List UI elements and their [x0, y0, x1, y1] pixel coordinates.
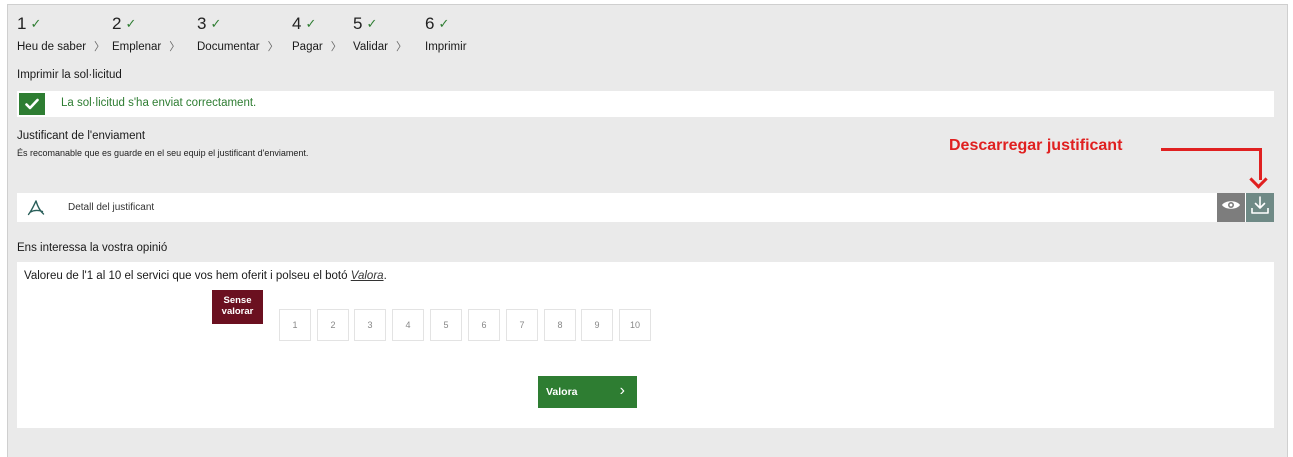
- no-rating-option[interactable]: Sense valorar: [212, 290, 263, 324]
- chevron-right-icon: 〉: [267, 41, 279, 53]
- chevron-right-icon: 〉: [330, 41, 342, 53]
- chevron-right-icon: 〉: [169, 41, 181, 53]
- step-number: 6: [425, 14, 435, 33]
- check-icon: ✓: [366, 16, 378, 31]
- chevron-right-icon: 〉: [395, 41, 407, 53]
- rating-option-2[interactable]: 2: [317, 309, 349, 341]
- step-number: 5: [353, 14, 363, 33]
- step-2[interactable]: 2 ✓ Emplenar 〉: [112, 14, 180, 54]
- step-label: Validar: [353, 41, 388, 53]
- rating-option-1[interactable]: 1: [279, 309, 311, 341]
- success-alert: La sol·licitud s'ha enviat correctament.: [17, 91, 1274, 117]
- pdf-icon: [27, 199, 45, 222]
- receipt-document-row: Detall del justificant: [17, 193, 1274, 222]
- rating-option-5[interactable]: 5: [430, 309, 462, 341]
- valora-link[interactable]: Valora: [351, 270, 384, 282]
- submit-label: Valora: [546, 386, 578, 398]
- step-number: 3: [197, 14, 207, 33]
- opinion-title: Ens interessa la vostra opinió: [17, 242, 168, 254]
- rating-option-6[interactable]: 6: [468, 309, 500, 341]
- step-6[interactable]: 6 ✓ Imprimir: [425, 14, 467, 54]
- step-1[interactable]: 1 ✓ Heu de saber 〉: [17, 14, 105, 54]
- check-icon: ✓: [305, 16, 317, 31]
- eye-icon: [1221, 198, 1241, 217]
- step-5[interactable]: 5 ✓ Validar 〉: [353, 14, 407, 54]
- step-label: Imprimir: [425, 41, 467, 53]
- check-icon: ✓: [30, 16, 42, 31]
- chevron-right-icon: ›: [619, 382, 625, 399]
- check-icon: [19, 93, 45, 115]
- document-label[interactable]: Detall del justificant: [68, 202, 154, 213]
- receipt-title: Justificant de l'enviament: [17, 130, 146, 142]
- step-number: 2: [112, 14, 122, 33]
- page-title: Imprimir la sol·licitud: [17, 69, 122, 81]
- check-icon: ✓: [125, 16, 137, 31]
- step-number: 4: [292, 14, 302, 33]
- rating-option-4[interactable]: 4: [392, 309, 424, 341]
- step-number: 1: [17, 14, 27, 33]
- step-label: Documentar: [197, 41, 260, 53]
- receipt-note: És recomanable que es guarde en el seu e…: [17, 148, 309, 158]
- step-label: Emplenar: [112, 41, 162, 53]
- success-message: La sol·licitud s'ha enviat correctament.: [61, 97, 257, 109]
- download-annotation: Descarregar justificant: [949, 137, 1123, 154]
- chevron-right-icon: 〉: [94, 41, 106, 53]
- step-label: Heu de saber: [17, 41, 87, 53]
- rating-prompt: Valoreu de l'1 al 10 el servici que vos …: [24, 270, 387, 282]
- download-icon: [1250, 195, 1270, 220]
- rating-option-3[interactable]: 3: [354, 309, 386, 341]
- rating-option-10[interactable]: 10: [619, 309, 651, 341]
- main-panel: 1 ✓ Heu de saber 〉 2 ✓ Emplenar 〉 3 ✓ Documen…: [7, 4, 1288, 457]
- annotation-arrow-line: [1161, 148, 1261, 151]
- rating-option-9[interactable]: 9: [581, 309, 613, 341]
- download-document-button[interactable]: [1246, 193, 1274, 222]
- rating-option-7[interactable]: 7: [506, 309, 538, 341]
- submit-rating-button[interactable]: Valora ›: [538, 376, 637, 408]
- step-label: Pagar: [292, 41, 323, 53]
- rating-option-8[interactable]: 8: [544, 309, 576, 341]
- check-icon: ✓: [210, 16, 222, 31]
- rating-panel: Valoreu de l'1 al 10 el servici que vos …: [17, 262, 1274, 428]
- step-4[interactable]: 4 ✓ Pagar 〉: [292, 14, 342, 54]
- step-3[interactable]: 3 ✓ Documentar 〉: [197, 14, 279, 54]
- annotation-arrow-head: [1249, 170, 1268, 189]
- check-icon: ✓: [438, 16, 450, 31]
- view-document-button[interactable]: [1217, 193, 1245, 222]
